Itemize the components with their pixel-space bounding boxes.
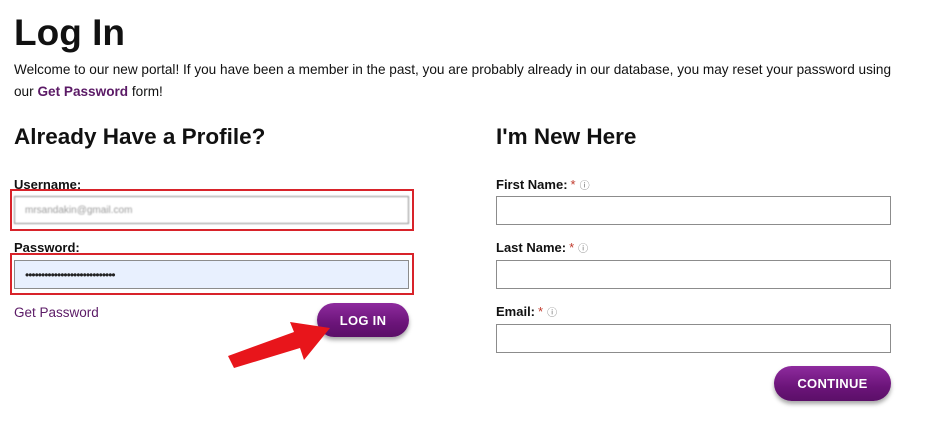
intro-get-password-link[interactable]: Get Password: [37, 84, 128, 99]
first-name-label: First Name: * ⓘ: [496, 177, 590, 195]
login-heading: Already Have a Profile?: [14, 124, 266, 149]
last-name-label: Last Name: * ⓘ: [496, 240, 588, 258]
first-name-input[interactable]: [496, 196, 891, 225]
help-icon[interactable]: ⓘ: [580, 181, 590, 192]
required-asterisk: *: [570, 177, 576, 192]
email-input[interactable]: [496, 324, 891, 353]
intro-text: Welcome to our new portal! If you have b…: [14, 59, 904, 103]
intro-text-end: form!: [128, 84, 163, 99]
last-name-label-text: Last Name:: [496, 240, 567, 255]
help-icon[interactable]: ⓘ: [547, 308, 557, 319]
continue-button[interactable]: CONTINUE: [774, 366, 891, 401]
help-icon[interactable]: ⓘ: [578, 244, 588, 255]
username-input[interactable]: [14, 196, 409, 224]
required-asterisk: *: [569, 240, 575, 255]
register-heading: I'm New Here: [496, 124, 637, 149]
email-label-text: Email:: [496, 304, 536, 319]
email-label: Email: * ⓘ: [496, 304, 557, 322]
page-title: Log In: [14, 12, 125, 53]
last-name-input[interactable]: [496, 260, 891, 289]
red-arrow-annotation: [228, 322, 330, 368]
required-asterisk: *: [538, 304, 544, 319]
first-name-label-text: First Name:: [496, 177, 568, 192]
get-password-link[interactable]: Get Password: [14, 304, 99, 322]
password-input[interactable]: [14, 260, 409, 289]
